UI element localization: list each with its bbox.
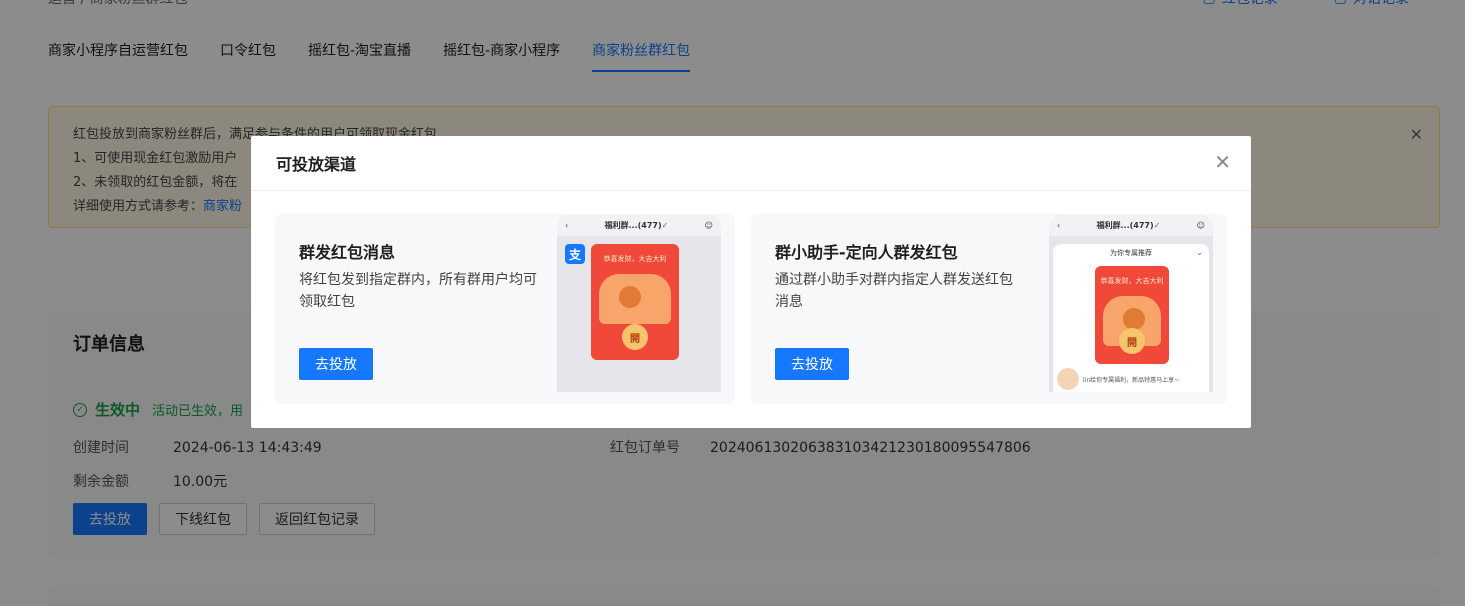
verified-icon: ✓ (1153, 220, 1161, 230)
deliver-button[interactable]: 去投放 (299, 348, 373, 380)
phone-preview: ‹ 福利群...(477)✓ ☺ 为你专属推荐 ⌄ 恭喜发财，大吉大利 開 li… (1049, 214, 1213, 392)
channel-title: 群发红包消息 (299, 243, 396, 262)
back-arrow-icon: ‹ (1057, 220, 1061, 230)
red-envelope-image: 恭喜发财，大吉大利 開 (1095, 266, 1169, 364)
close-icon[interactable]: ✕ (1214, 152, 1231, 172)
channel-desc: 将红包发到指定群内，所有群用户均可领取红包 (299, 272, 537, 310)
open-envelope-icon: 開 (1119, 328, 1145, 354)
phone-preview: ‹ 福利群...(477)✓ ☺ 支 恭喜发财，大吉大利 開 (557, 214, 721, 392)
user-icon: ☺ (704, 220, 713, 230)
assistant-footer-text: lin给你专属福利，新品特惠马上享~ (1083, 377, 1180, 384)
deliver-button[interactable]: 去投放 (775, 348, 849, 380)
user-icon: ☺ (1196, 220, 1205, 230)
channel-title: 群小助手-定向人群发红包 (775, 243, 958, 262)
avatar (1057, 368, 1079, 390)
modal-title: 可投放渠道 (276, 155, 357, 174)
channel-card-group-assistant: 群小助手-定向人群发红包 通过群小助手对群内指定人群发送红包消息 去投放 ‹ 福… (751, 214, 1227, 404)
back-arrow-icon: ‹ (565, 220, 569, 230)
chevron-down-icon: ⌄ (1196, 248, 1203, 257)
channel-desc: 通过群小助手对群内指定人群发送红包消息 (775, 272, 1013, 310)
channel-card-group-message: 群发红包消息 将红包发到指定群内，所有群用户均可领取红包 去投放 ‹ 福利群..… (275, 214, 735, 404)
modal-header: 可投放渠道 (251, 136, 1251, 191)
envelope-art (599, 274, 671, 324)
open-envelope-icon: 開 (622, 324, 648, 350)
alipay-logo-icon: 支 (565, 244, 585, 264)
red-envelope-image: 恭喜发财，大吉大利 開 (591, 244, 679, 360)
verified-icon: ✓ (661, 220, 669, 230)
channel-modal: 可投放渠道 ✕ 群发红包消息 将红包发到指定群内，所有群用户均可领取红包 去投放… (251, 136, 1251, 428)
